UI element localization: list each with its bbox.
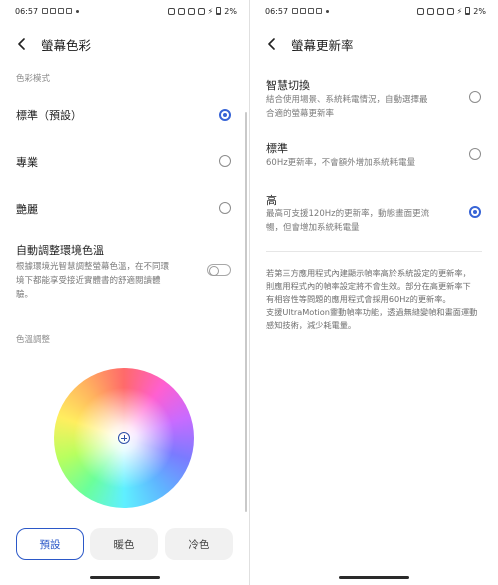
option-smart-desc-line2: 合適的螢幕更新率 (266, 109, 335, 119)
dnd-icon (187, 7, 195, 15)
auto-adjust-desc-line2: 境下都能享受接近實體書的舒適閱讀體 (16, 276, 161, 286)
divider (266, 251, 482, 252)
notification-icons (42, 8, 80, 14)
battery-icon (465, 7, 471, 15)
battery-percent: 2% (473, 6, 486, 16)
charging-icon: ⚡ (456, 6, 463, 16)
instagram-icon (50, 8, 57, 14)
option-standard-label[interactable]: 標準 (266, 140, 288, 156)
section-header-color-mode: 色彩模式 (16, 74, 51, 84)
app-bar: 螢幕更新率 (250, 30, 498, 58)
screen-refresh-rate: 06:57 ⚡ 2% 螢幕更新率 智慧切換 結合使用場景、系統耗電情況，自動選擇… (249, 0, 498, 585)
instagram-icon (66, 8, 73, 14)
page-title: 螢幕更新率 (291, 37, 354, 53)
mode-standard-label[interactable]: 標準（預設） (16, 107, 82, 123)
wifi-icon (446, 7, 454, 15)
option-high-label[interactable]: 高 (266, 192, 277, 208)
more-notifications-icon (326, 9, 330, 13)
status-time: 06:57 (265, 6, 289, 16)
back-arrow-icon (268, 38, 275, 50)
back-button[interactable] (265, 37, 279, 51)
page-title: 螢幕色彩 (41, 37, 92, 53)
vibrate-icon (426, 7, 434, 15)
back-arrow-icon (18, 38, 25, 50)
option-smart-radio[interactable] (469, 91, 481, 103)
preset-default-button[interactable]: 預設 (16, 528, 84, 560)
option-standard-desc-line1: 60Hz更新率，不會額外增加系統耗電量 (266, 158, 416, 168)
mode-standard-radio[interactable] (219, 109, 231, 121)
status-time: 06:57 (15, 6, 39, 16)
auto-adjust-desc-line3: 驗。 (16, 290, 34, 300)
battery-icon (216, 7, 222, 15)
note-line-2: 則應用程式內的幀率設定將不會生效。部分在高更新率下 (266, 281, 471, 291)
dnd-icon (436, 7, 444, 15)
charging-icon: ⚡ (207, 6, 214, 16)
option-high-desc-line2: 暢，但會增加系統耗電量 (266, 223, 360, 233)
mode-vivid-label[interactable]: 艷麗 (16, 201, 38, 217)
mode-vivid-radio[interactable] (219, 202, 231, 214)
vibrate-icon (177, 7, 185, 15)
back-button[interactable] (15, 37, 29, 51)
notification-icons (292, 8, 330, 14)
system-icons: ⚡ 2% (167, 6, 237, 16)
option-smart-desc-line1: 結合使用場景、系統耗電情況，自動選擇最 (266, 95, 428, 105)
preset-cool-button[interactable]: 冷色 (165, 528, 233, 560)
option-high-desc-line1: 最高可支援120Hz的更新率，動態畫面更流 (266, 209, 430, 219)
note-line-3: 有相容性等問題的應用程式會採用60Hz的更新率。 (266, 294, 451, 304)
color-temperature-wheel[interactable] (54, 368, 194, 508)
notification-icon (292, 8, 299, 14)
mode-professional-radio[interactable] (219, 155, 231, 167)
instagram-icon (300, 8, 307, 14)
instagram-icon (58, 8, 65, 14)
option-standard-radio[interactable] (469, 148, 481, 160)
home-indicator[interactable] (89, 576, 160, 579)
scrollbar[interactable] (245, 112, 247, 512)
auto-adjust-toggle[interactable] (207, 264, 231, 276)
app-bar: 螢幕色彩 (0, 30, 249, 58)
instagram-icon (308, 8, 315, 14)
auto-adjust-label[interactable]: 自動調整環境色溫 (16, 242, 104, 258)
auto-adjust-desc-line1: 根據環境光智慧調整螢幕色溫，在不同環 (16, 262, 170, 272)
status-bar: 06:57 ⚡ 2% (250, 0, 498, 22)
wifi-icon (197, 7, 205, 15)
nfc-icon (167, 7, 175, 15)
nfc-icon (416, 7, 424, 15)
option-high-radio[interactable] (469, 206, 481, 218)
notification-icon (42, 8, 49, 14)
note-line-5: 感知技術，減少耗電量。 (266, 320, 357, 330)
instagram-icon (316, 8, 323, 14)
option-smart-label[interactable]: 智慧切換 (266, 77, 310, 93)
app-frame: 06:57 ⚡ 2% 螢幕色彩 色彩模式 標準（預設） 專業 艷麗 自動調整環境… (0, 0, 498, 585)
battery-percent: 2% (224, 6, 237, 16)
status-bar: 06:57 ⚡ 2% (0, 0, 249, 22)
preset-warm-button[interactable]: 暖色 (90, 528, 158, 560)
note-line-1: 若第三方應用程式內建顯示幀率高於系統設定的更新率， (266, 268, 471, 278)
note-line-4: 支援UltraMotion靈動幀率功能，透過無縫變幀和畫面運動 (266, 307, 478, 317)
mode-professional-label[interactable]: 專業 (16, 154, 38, 170)
home-indicator[interactable] (339, 576, 409, 579)
section-header-color-temp: 色溫調整 (16, 335, 51, 345)
system-icons: ⚡ 2% (416, 6, 486, 16)
screen-color-settings: 06:57 ⚡ 2% 螢幕色彩 色彩模式 標準（預設） 專業 艷麗 自動調整環境… (0, 0, 249, 585)
wheel-selector-icon[interactable] (118, 432, 130, 444)
more-notifications-icon (76, 9, 80, 13)
